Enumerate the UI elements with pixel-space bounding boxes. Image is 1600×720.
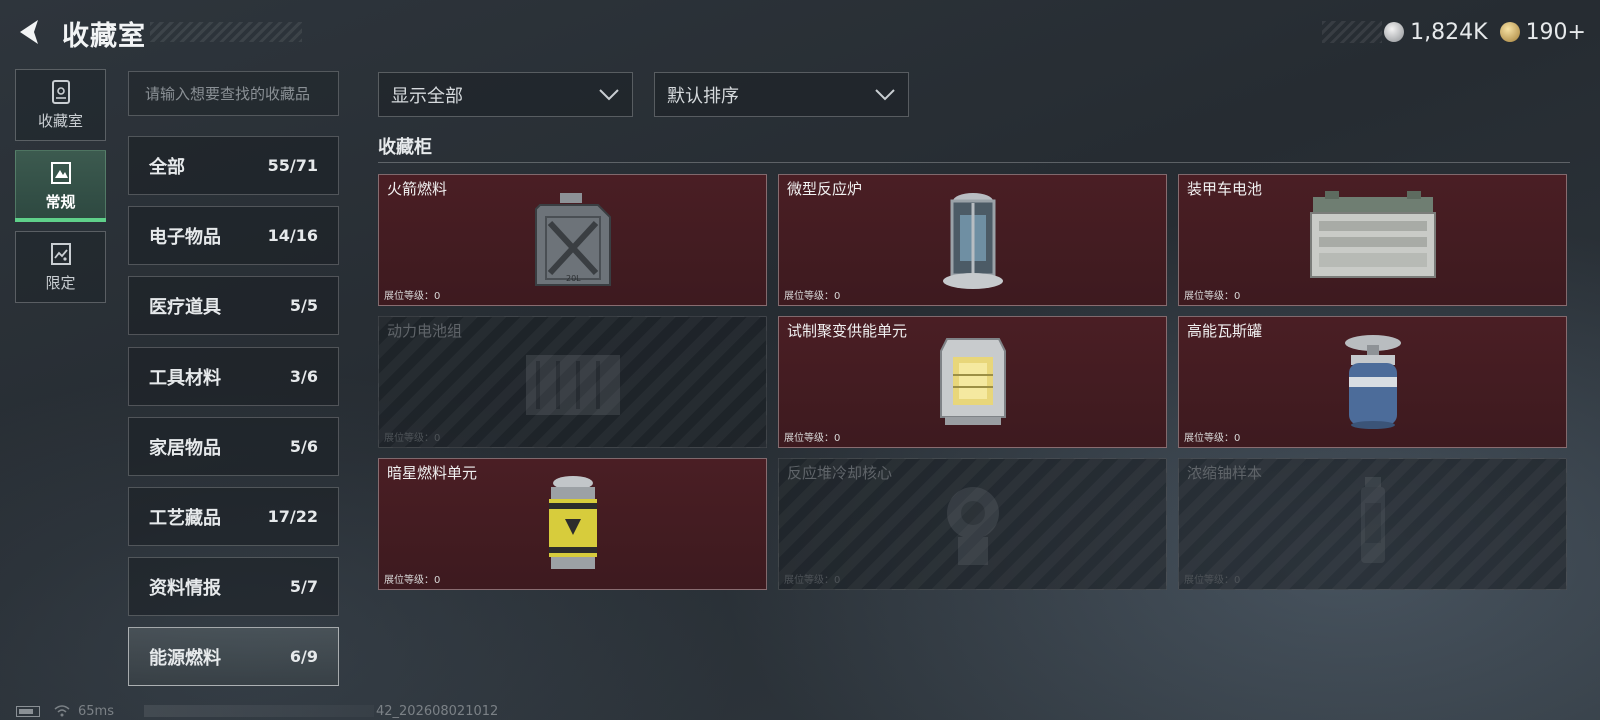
micro-reactor-icon: [942, 193, 1003, 289]
category-all[interactable]: 全部 55/71: [128, 136, 339, 195]
title-decoration: [150, 22, 302, 42]
item-name: 动力电池组: [387, 322, 463, 340]
nav-tab-label: 常规: [45, 192, 76, 211]
silver-amount: 1,824K: [1410, 19, 1488, 45]
item-name: 暗星燃料单元: [387, 464, 478, 482]
page-title: 收藏室: [62, 21, 146, 52]
item-name: 微型反应炉: [787, 180, 863, 198]
display-filter-value: 显示全部: [391, 85, 463, 107]
currency-silver[interactable]: 1,824K: [1384, 19, 1488, 45]
category-name: 全部: [149, 156, 185, 178]
item-name: 火箭燃料: [387, 180, 448, 198]
item-name: 试制聚变供能单元: [787, 322, 908, 340]
item-level: 展位等级：0: [1184, 433, 1241, 444]
regular-collection-icon: [50, 161, 71, 184]
category-count: 17/22: [267, 507, 318, 526]
canister-mark: 20L: [566, 274, 581, 283]
display-case-icon: [51, 79, 70, 104]
category-electronics[interactable]: 电子物品 14/16: [128, 206, 339, 265]
gas-tank-icon: [1344, 335, 1401, 429]
sort-dropdown[interactable]: 默认排序: [654, 72, 909, 117]
item-name: 浓缩铀样本: [1187, 464, 1263, 482]
collection-card-fusion-unit[interactable]: 试制聚变供能单元 展位等级：0: [778, 316, 1167, 448]
nav-tab-label: 限定: [45, 273, 76, 292]
chevron-down-icon: [599, 88, 619, 100]
silver-coin-icon: [1384, 22, 1405, 42]
item-level: 展位等级：0: [784, 291, 841, 302]
item-level: 展位等级：0: [1184, 291, 1241, 302]
category-name: 工艺藏品: [149, 507, 221, 529]
collection-card-power-battery-pack[interactable]: 动力电池组 展位等级：0: [378, 316, 767, 448]
sort-value: 默认排序: [667, 85, 739, 107]
category-energy[interactable]: 能源燃料 6/9: [128, 627, 339, 686]
category-count: 5/5: [289, 296, 318, 315]
item-name: 反应堆冷却核心: [787, 464, 893, 482]
fuel-canister-icon: 20L: [534, 193, 611, 286]
category-name: 家居物品: [149, 437, 221, 459]
category-count: 14/16: [267, 226, 318, 245]
ping-value: 65ms: [78, 703, 114, 719]
fusion-unit-icon: [939, 338, 1006, 425]
collection-card-rocket-fuel[interactable]: 火箭燃料 20L 展位等级：0: [378, 174, 767, 306]
collection-card-micro-reactor[interactable]: 微型反应炉 展位等级：0: [778, 174, 1167, 306]
nav-tab-regular[interactable]: 常规: [15, 150, 106, 222]
status-footer: 65ms 42_202608021012: [16, 703, 498, 719]
back-arrow-icon: [20, 20, 38, 44]
build-id: 42_202608021012: [375, 703, 499, 719]
section-divider: [378, 162, 1570, 163]
category-name: 资料情报: [149, 577, 221, 599]
item-level: 展位等级：0: [384, 433, 441, 444]
vehicle-battery-icon: [1309, 191, 1436, 278]
nav-tab-collection-room[interactable]: 收藏室: [15, 69, 106, 141]
category-name: 电子物品: [149, 226, 221, 248]
category-count: 6/9: [289, 647, 318, 666]
uranium-sample-icon: [1360, 477, 1385, 563]
category-name: 能源燃料: [149, 647, 221, 669]
item-level: 展位等级：0: [784, 433, 841, 444]
item-level: 展位等级：0: [384, 575, 441, 586]
category-medical[interactable]: 医疗道具 5/5: [128, 276, 339, 335]
category-count: 5/7: [289, 577, 318, 596]
item-level: 展位等级：0: [784, 575, 841, 586]
currency-gold[interactable]: 190+: [1499, 19, 1586, 45]
battery-icon: [16, 705, 40, 717]
category-crafts[interactable]: 工艺藏品 17/22: [128, 487, 339, 546]
redacted-info: [143, 705, 374, 717]
item-name: 装甲车电池: [1187, 180, 1263, 198]
fuel-cell-icon: [548, 476, 597, 569]
item-level: 展位等级：0: [1184, 575, 1241, 586]
category-intel[interactable]: 资料情报 5/7: [128, 557, 339, 616]
collection-card-reactor-cooling-core[interactable]: 反应堆冷却核心 展位等级：0: [778, 458, 1167, 590]
collection-card-gas-tank[interactable]: 高能瓦斯罐 展位等级：0: [1178, 316, 1567, 448]
nav-tab-label: 收藏室: [37, 111, 83, 130]
wifi-icon: [54, 705, 70, 717]
currency-decoration: [1322, 21, 1383, 43]
top-bar: 收藏室 1,824K 190+: [0, 0, 1600, 64]
collection-card-enriched-uranium[interactable]: 浓缩铀样本 展位等级：0: [1178, 458, 1567, 590]
gold-coin-icon: [1499, 22, 1520, 42]
category-count: 55/71: [267, 156, 318, 175]
limited-collection-icon: [50, 242, 71, 265]
category-count: 3/6: [289, 367, 318, 386]
collection-card-armored-battery[interactable]: 装甲车电池 展位等级：0: [1178, 174, 1567, 306]
search-input[interactable]: [128, 71, 339, 116]
display-filter-dropdown[interactable]: 显示全部: [378, 72, 633, 117]
gold-amount: 190+: [1525, 19, 1586, 45]
item-level: 展位等级：0: [384, 291, 441, 302]
currency-bar: 1,824K 190+: [1322, 18, 1586, 46]
category-count: 5/6: [289, 437, 318, 456]
chevron-down-icon: [875, 88, 895, 100]
nav-tab-limited[interactable]: 限定: [15, 231, 106, 303]
category-tools[interactable]: 工具材料 3/6: [128, 347, 339, 406]
battery-pack-icon: [525, 355, 620, 415]
cooling-core-icon: [946, 487, 999, 565]
item-name: 高能瓦斯罐: [1187, 322, 1263, 340]
section-title: 收藏柜: [378, 137, 432, 158]
collection-card-darkstar-fuel-cell[interactable]: 暗星燃料单元 展位等级：0: [378, 458, 767, 590]
category-household[interactable]: 家居物品 5/6: [128, 417, 339, 476]
category-name: 工具材料: [149, 367, 221, 389]
category-name: 医疗道具: [149, 296, 221, 318]
back-button[interactable]: [14, 16, 46, 48]
